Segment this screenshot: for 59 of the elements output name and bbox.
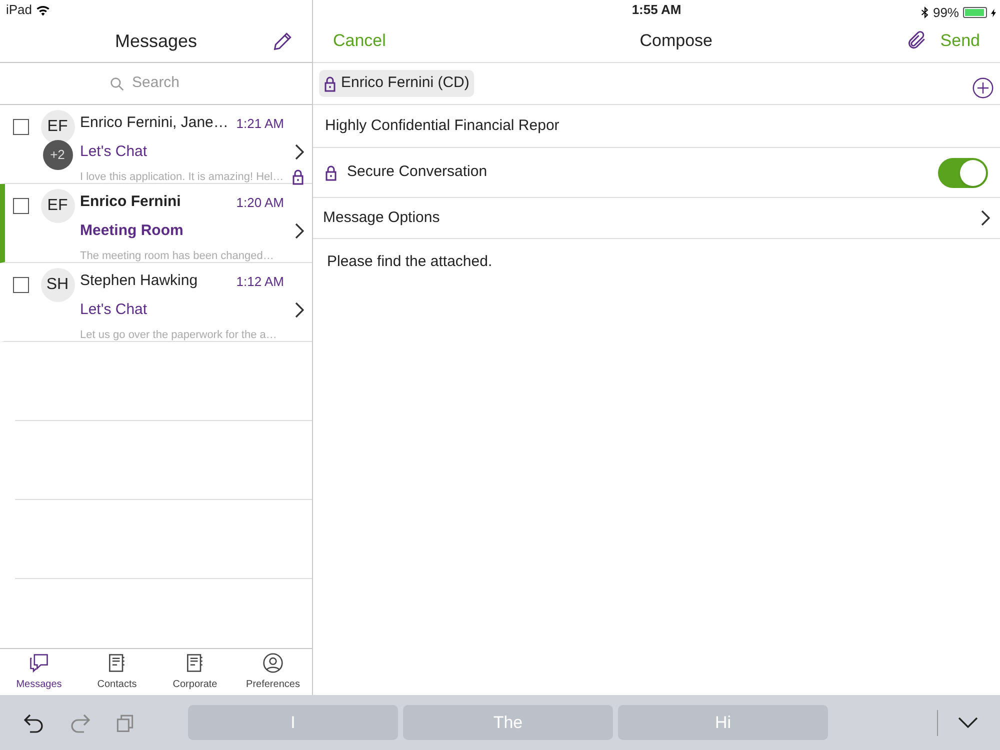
lock-icon [325, 164, 337, 180]
lock-icon [324, 76, 336, 92]
subject-field[interactable]: Highly Confidential Financial Repor [325, 114, 988, 138]
add-recipient-button[interactable] [972, 76, 994, 98]
device-name: iPad [6, 1, 32, 20]
search-field[interactable]: Search [132, 72, 202, 95]
person-circle-icon [262, 652, 284, 674]
pencil-icon [272, 30, 294, 52]
recipient-chip[interactable]: Enrico Fernini (CD) [319, 70, 474, 97]
tab-bar-item[interactable]: Corporate [156, 649, 234, 695]
message-subject: Meeting Room [80, 220, 184, 240]
message-time: 1:20 AM [236, 194, 284, 212]
message-subject: Let's Chat [80, 142, 148, 162]
chevron-right-icon [294, 222, 304, 239]
recipient-name: Enrico Fernini (CD) [341, 73, 470, 94]
wifi-icon [36, 4, 50, 16]
lock-icon [292, 169, 304, 186]
avatar: EF [40, 189, 74, 223]
pane-title: Messages [114, 30, 198, 53]
message-time: 1:21 AM [236, 114, 284, 132]
charging-bolt-icon [991, 8, 996, 18]
sender-name: Stephen Hawking [80, 271, 198, 291]
tab-bar-item[interactable]: Contacts [78, 649, 156, 695]
avatar: EF [40, 110, 74, 144]
plus-circle-icon [972, 76, 994, 98]
compose-button[interactable] [272, 30, 294, 52]
message-time: 1:12 AM [236, 272, 284, 290]
conversation-row[interactable]: EF +2 Enrico Fernini, Jane… 1:21 AM Let's Chat I love this application. It is amazing! Hel… [0, 105, 312, 184]
participant-count: +2 [42, 140, 72, 170]
tab-bar-item[interactable]: Preferences [234, 649, 312, 695]
message-preview: The meeting room has been changed… [80, 249, 274, 264]
message-preview: Let us go over the paperwork for the a… [80, 328, 277, 343]
chevron-right-icon [294, 302, 304, 318]
chevron-right-icon [980, 210, 990, 226]
message-body: Please find the attached. [327, 252, 494, 272]
battery-icon [963, 7, 987, 18]
chevron-down-icon [958, 716, 978, 728]
chat-bubbles-icon [28, 652, 50, 674]
message-preview: I love this application. It is amazing! Hel… [80, 170, 284, 185]
avatar: SH [40, 268, 74, 302]
secure-conversation-label: Secure Conversation [347, 162, 488, 182]
toggle-switch[interactable] [938, 158, 988, 188]
battery-percentage: 99% [932, 4, 959, 22]
conversation-row[interactable]: EF Enrico Fernini 1:20 AM Meeting Room The meeting room has been changed… [0, 184, 312, 263]
compose-title: Compose [640, 30, 712, 52]
conversation-row[interactable]: SH Stephen Hawking 1:12 AM Let's Chat Let us go over the paperwork for the a… [0, 263, 312, 342]
hide-keyboard-button[interactable] [958, 716, 978, 728]
chevron-right-icon [294, 144, 304, 160]
search-icon [110, 76, 124, 90]
message-options-row[interactable]: Message Options [313, 198, 1000, 239]
checkbox[interactable] [13, 277, 29, 293]
checkbox[interactable] [13, 119, 29, 135]
message-subject: Let's Chat [80, 300, 148, 320]
checkbox[interactable] [13, 198, 29, 214]
bluetooth-icon [920, 6, 929, 20]
clock-time: 1:55 AM [632, 1, 682, 20]
sender-name: Enrico Fernini, Jane… [80, 113, 228, 133]
sender-name: Enrico Fernini [80, 192, 181, 212]
tab-bar-item[interactable]: Messages [0, 649, 78, 695]
